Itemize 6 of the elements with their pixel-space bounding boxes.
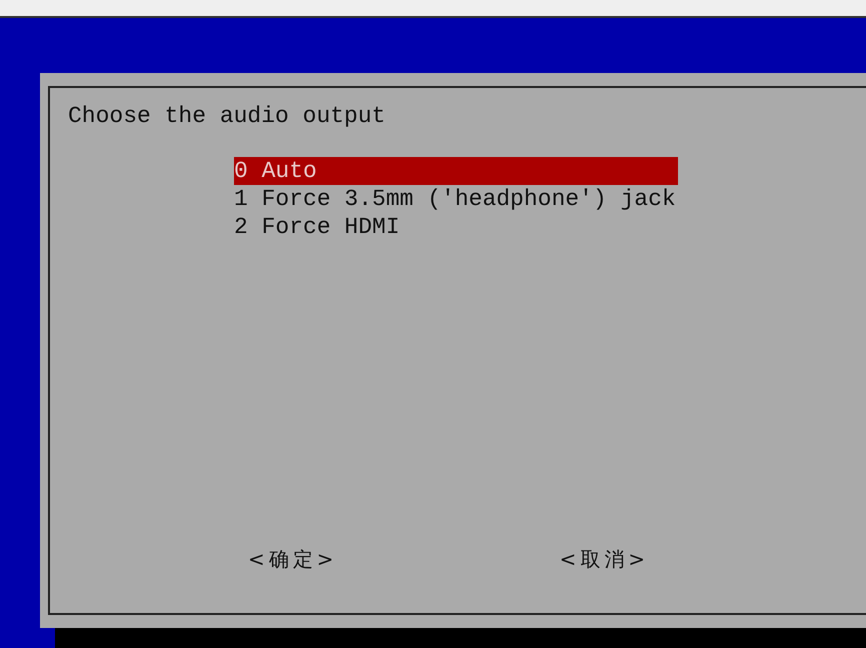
dialog-button[interactable]: <确定> (248, 546, 338, 573)
menu-option[interactable]: 2 Force HDMI (234, 213, 678, 241)
dialog-button[interactable]: <取消> (560, 546, 650, 573)
menu-option[interactable]: 1 Force 3.5mm ('headphone') jack (234, 185, 678, 213)
menu-option[interactable]: 0 Auto (234, 157, 678, 185)
dialog-prompt: Choose the audio output (68, 102, 386, 130)
